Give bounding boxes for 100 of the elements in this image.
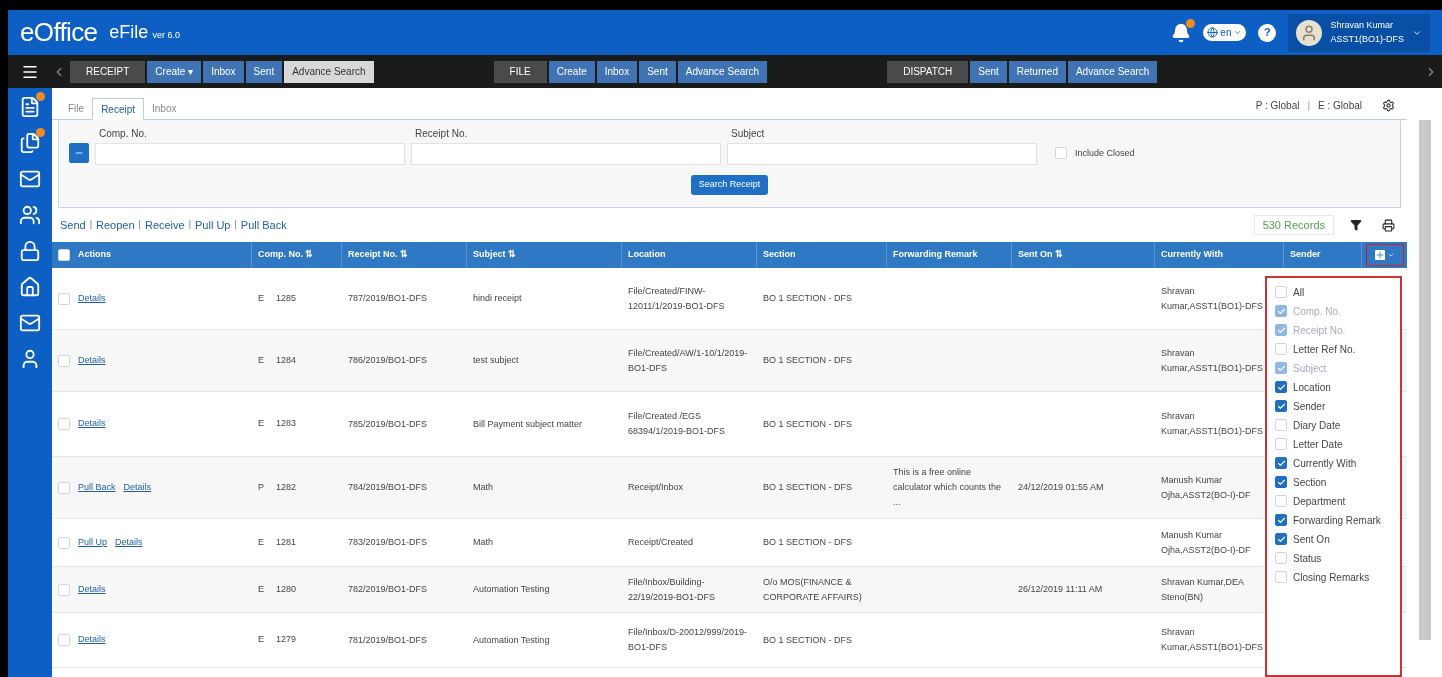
row-checkbox[interactable] <box>58 481 70 494</box>
row-action-link[interactable]: Details <box>123 480 152 495</box>
action-link[interactable]: Pull Up <box>195 216 231 234</box>
sidebar-module-icon[interactable] <box>19 240 41 262</box>
action-link[interactable]: Pull Back <box>240 216 287 234</box>
column-header: Sender <box>1290 248 1321 262</box>
select-all-checkbox[interactable] <box>58 249 70 261</box>
input-field[interactable] <box>411 143 721 165</box>
nav-link[interactable]: Advance Search <box>284 60 374 83</box>
nav-link[interactable]: Inbox <box>596 60 638 83</box>
column-option[interactable]: Closing Remarks <box>1293 571 1370 584</box>
nav-link[interactable]: Sent <box>970 60 1007 83</box>
row-checkbox[interactable] <box>58 292 70 305</box>
row-checkbox[interactable] <box>58 536 70 549</box>
column-checkbox[interactable] <box>1275 381 1287 393</box>
caret-icon <box>1386 251 1395 259</box>
row-checkbox[interactable] <box>58 583 70 596</box>
language-dropdown[interactable]: en <box>1203 24 1247 41</box>
column-header: Sent On ⇅ <box>1018 248 1063 262</box>
sidebar-module-icon[interactable] <box>19 96 41 118</box>
table-cell: File/Inbox/Building-22/19/2019-BO1-DFS <box>628 576 716 602</box>
table-cell: Shravan Kumar,ASST1(BO1)-DFS <box>1161 347 1264 373</box>
table-cell: 784/2019/BO1-DFS <box>348 482 428 492</box>
row-action-link[interactable]: Details <box>78 633 106 647</box>
help-button[interactable]: ? <box>1258 23 1277 42</box>
filter-icon[interactable] <box>1350 219 1362 231</box>
column-option[interactable]: Letter Date <box>1293 438 1343 451</box>
sidebar-module-icon[interactable] <box>19 276 41 298</box>
row-checkbox[interactable] <box>58 634 70 646</box>
input-field[interactable] <box>95 143 405 165</box>
row-action-link[interactable]: Pull Up <box>78 535 107 550</box>
print-icon[interactable] <box>1382 218 1395 232</box>
column-checkbox[interactable] <box>1275 476 1287 488</box>
column-option[interactable]: Sender <box>1293 400 1326 413</box>
table-cell: Shravan Kumar,ASST1(BO1)-DFS <box>1161 627 1264 652</box>
settings-icon[interactable] <box>1382 99 1395 112</box>
sidebar-module-icon[interactable] <box>19 312 41 334</box>
search-button[interactable]: Search Receipt <box>690 175 769 195</box>
nav-link[interactable]: Advance Search <box>1067 60 1158 83</box>
row-checkbox[interactable] <box>58 354 70 367</box>
records-count: 530 Records <box>1253 215 1334 235</box>
nav-link[interactable]: Advance Search <box>677 60 768 83</box>
sidebar-module-icon[interactable] <box>19 168 41 190</box>
input-field[interactable] <box>727 143 1037 165</box>
column-header[interactable]: Comp. No. ⇅ <box>258 248 314 262</box>
column-option[interactable]: Department <box>1293 495 1346 508</box>
column-checkbox[interactable] <box>1275 514 1287 526</box>
nav-link[interactable]: Sent <box>639 60 676 83</box>
table-cell: 786/2019/BO1-DFS <box>348 355 428 365</box>
avatar-icon <box>1296 19 1323 46</box>
tab[interactable]: Receipt <box>92 98 145 120</box>
column-option[interactable]: Diary Date <box>1293 419 1341 432</box>
sidebar-module-icon[interactable] <box>19 132 41 154</box>
tab[interactable]: File <box>60 97 93 119</box>
action-link[interactable]: Send <box>60 216 86 234</box>
table-cell: BO 1 SECTION - DFS <box>763 418 852 429</box>
bell-icon[interactable] <box>1171 22 1192 43</box>
nav-group-label: FILE <box>493 60 547 83</box>
table-cell: Automation Testing <box>473 584 550 594</box>
column-checkbox[interactable] <box>1275 400 1287 412</box>
column-header[interactable]: Subject ⇅ <box>473 248 516 262</box>
column-option[interactable]: Location <box>1293 381 1331 394</box>
nav-link[interactable]: Returned <box>1008 60 1066 83</box>
collapse-button[interactable] <box>69 143 89 163</box>
scrollbar[interactable] <box>1418 120 1431 640</box>
tab[interactable]: Inbox <box>144 97 185 119</box>
column-checkbox[interactable] <box>1275 457 1287 469</box>
column-option[interactable]: Currently With <box>1293 457 1357 470</box>
column-header[interactable]: Receipt No. ⇅ <box>348 248 408 262</box>
table-cell: 1283 <box>276 417 297 431</box>
row-action-link[interactable]: Details <box>78 291 106 306</box>
nav-link[interactable]: Create ▾ <box>147 60 202 83</box>
column-option[interactable]: All <box>1293 286 1305 299</box>
action-link[interactable]: Reopen <box>96 216 135 234</box>
row-checkbox[interactable] <box>58 418 70 430</box>
table-cell-text: 1282 <box>276 480 297 494</box>
sidebar-module-icon[interactable] <box>19 204 41 226</box>
nav-link[interactable]: Inbox <box>203 60 244 83</box>
column-option[interactable]: Forwarding Remark <box>1293 514 1381 527</box>
table-cell: BO 1 SECTION - DFS <box>763 355 852 365</box>
include-closed-checkbox[interactable] <box>1055 147 1067 160</box>
column-option[interactable]: Status <box>1293 552 1322 565</box>
action-link[interactable]: Receive <box>144 216 185 234</box>
column-checkbox[interactable] <box>1275 533 1287 545</box>
row-action-link[interactable]: Pull Back <box>78 480 116 495</box>
nav-link[interactable]: Create <box>548 60 595 83</box>
row-action-link[interactable]: Details <box>78 582 106 597</box>
type-cell-text: P <box>258 480 264 494</box>
column-chooser-button[interactable] <box>1365 244 1404 266</box>
column-option[interactable]: Section <box>1293 476 1327 489</box>
type-cell-text: E <box>258 291 264 305</box>
row-action-link[interactable]: Details <box>78 417 106 431</box>
user-menu[interactable]: Shravan Kumar ASST1(BO1)-DFS <box>1288 13 1430 52</box>
column-option[interactable]: Sent On <box>1293 533 1330 546</box>
column-option[interactable]: Letter Ref No. <box>1293 343 1356 356</box>
row-action-link[interactable]: Details <box>78 353 106 368</box>
table-cell: Shravan Kumar,ASST1(BO1)-DFS <box>1161 411 1264 436</box>
row-action-link[interactable]: Details <box>115 535 143 550</box>
separator-text: | <box>1307 99 1311 113</box>
nav-link[interactable]: Sent <box>245 60 283 83</box>
